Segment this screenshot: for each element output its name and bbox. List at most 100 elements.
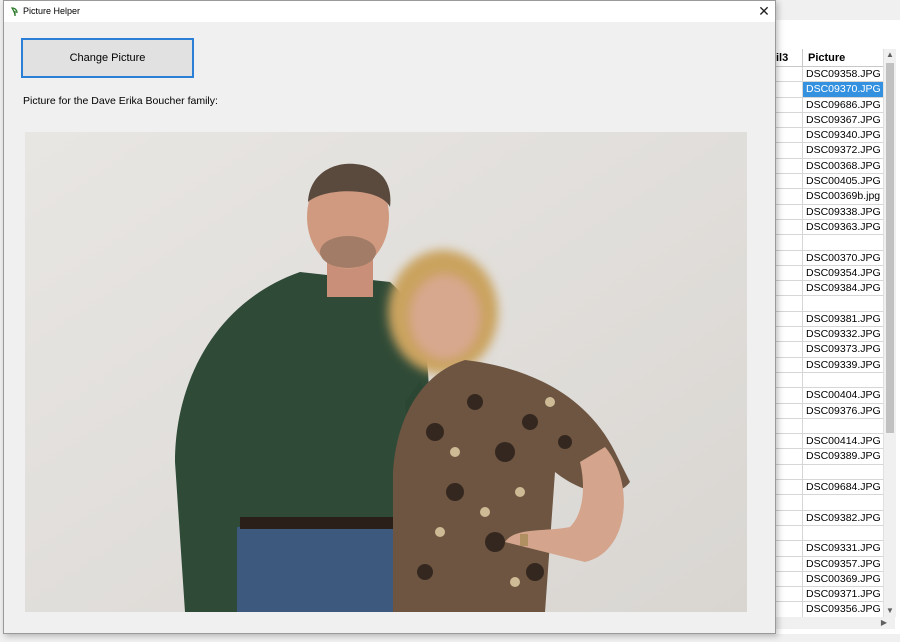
picture-cell[interactable]: DSC09382.JPG (803, 511, 883, 525)
picture-cell[interactable]: DSC09354.JPG (803, 266, 883, 280)
scroll-up-icon[interactable]: ▲ (884, 49, 896, 61)
change-picture-button[interactable]: Change Picture (21, 38, 194, 78)
table-row[interactable]: DSC09384.JPG (775, 281, 883, 297)
picture-cell[interactable]: DSC09367.JPG (803, 113, 883, 127)
table-row[interactable]: DSC09358.JPG (775, 67, 883, 83)
table-row[interactable] (775, 372, 883, 389)
table-cell[interactable] (775, 296, 803, 311)
picture-cell[interactable]: DSC09389.JPG (803, 449, 883, 463)
column-header-partial[interactable]: il3 (775, 49, 803, 67)
picture-cell[interactable] (803, 419, 883, 433)
picture-cell[interactable]: DSC09370.JPG (803, 82, 883, 97)
picture-cell[interactable]: DSC09356.JPG (803, 602, 883, 616)
picture-cell[interactable]: DSC00405.JPG (803, 174, 883, 188)
table-cell[interactable] (775, 403, 803, 418)
table-row[interactable]: DSC09376.JPG (775, 403, 883, 419)
picture-cell[interactable]: DSC09373.JPG (803, 342, 883, 356)
table-row[interactable]: DSC09382.JPG (775, 510, 883, 526)
table-row[interactable]: DSC00368.JPG (775, 158, 883, 175)
table-cell[interactable] (775, 219, 803, 235)
picture-cell[interactable]: DSC09332.JPG (803, 327, 883, 341)
table-row[interactable]: DSC09356.JPG (775, 602, 883, 618)
picture-cell[interactable] (803, 296, 883, 310)
table-row[interactable] (775, 464, 883, 481)
table-cell[interactable] (775, 97, 803, 112)
table-row[interactable]: DSC09367.JPG (775, 112, 883, 129)
table-cell[interactable] (775, 556, 803, 571)
table-cell[interactable] (775, 449, 803, 464)
table-cell[interactable] (775, 464, 803, 480)
table-cell[interactable] (775, 281, 803, 296)
picture-cell[interactable]: DSC00369b.jpg (803, 189, 883, 203)
picture-cell[interactable]: DSC09371.JPG (803, 587, 883, 601)
table-row[interactable]: DSC09331.JPG (775, 541, 883, 557)
table-cell[interactable] (775, 67, 803, 82)
table-cell[interactable] (775, 372, 803, 388)
table-row[interactable]: DSC09373.JPG (775, 342, 883, 358)
picture-cell[interactable] (803, 465, 883, 479)
table-row[interactable]: DSC00404.JPG (775, 388, 883, 404)
table-cell[interactable] (775, 525, 803, 541)
picture-cell[interactable]: DSC09358.JPG (803, 67, 883, 81)
table-cell[interactable] (775, 128, 803, 143)
scroll-right-icon[interactable]: ▶ (878, 617, 890, 629)
table-row[interactable]: DSC09381.JPG (775, 311, 883, 328)
column-header-picture[interactable]: Picture (803, 49, 883, 67)
table-row[interactable]: DSC09338.JPG (775, 204, 883, 220)
table-cell[interactable] (775, 235, 803, 250)
picture-cell[interactable]: DSC09376.JPG (803, 404, 883, 418)
horizontal-scrollbar[interactable]: ▶ (775, 617, 895, 629)
table-row[interactable]: DSC00405.JPG (775, 174, 883, 190)
table-cell[interactable] (775, 189, 803, 204)
table-cell[interactable] (775, 602, 803, 617)
table-row[interactable] (775, 418, 883, 435)
table-cell[interactable] (775, 388, 803, 403)
picture-grid[interactable]: il3 Picture DSC09358.JPG DSC09370.JPG DSC0… (775, 49, 900, 629)
table-cell[interactable] (775, 434, 803, 449)
scroll-down-icon[interactable]: ▼ (884, 605, 896, 617)
table-cell[interactable] (775, 357, 803, 372)
table-row[interactable]: DSC09339.JPG (775, 357, 883, 373)
close-icon[interactable]: ✕ (753, 1, 775, 22)
picture-cell[interactable] (803, 526, 883, 540)
table-cell[interactable] (775, 250, 803, 265)
picture-cell[interactable]: DSC09331.JPG (803, 541, 883, 555)
table-row[interactable]: DSC00369.JPG (775, 571, 883, 588)
table-cell[interactable] (775, 571, 803, 587)
picture-cell[interactable]: DSC09684.JPG (803, 480, 883, 494)
table-cell[interactable] (775, 265, 803, 281)
picture-cell[interactable]: DSC09384.JPG (803, 281, 883, 295)
table-row[interactable]: DSC00369b.jpg (775, 189, 883, 205)
table-cell[interactable] (775, 495, 803, 510)
table-row[interactable] (775, 525, 883, 542)
picture-cell[interactable]: DSC09686.JPG (803, 98, 883, 112)
table-row[interactable]: DSC09354.JPG (775, 265, 883, 282)
table-cell[interactable] (775, 112, 803, 128)
table-cell[interactable] (775, 143, 803, 158)
picture-cell[interactable] (803, 373, 883, 387)
picture-cell[interactable]: DSC09338.JPG (803, 205, 883, 219)
table-cell[interactable] (775, 158, 803, 174)
table-cell[interactable] (775, 418, 803, 434)
table-row[interactable] (775, 235, 883, 251)
picture-cell[interactable]: DSC09363.JPG (803, 220, 883, 234)
table-row[interactable]: DSC09340.JPG (775, 128, 883, 144)
picture-cell[interactable]: DSC09357.JPG (803, 557, 883, 571)
picture-cell[interactable]: DSC00404.JPG (803, 388, 883, 402)
table-row[interactable]: DSC09357.JPG (775, 556, 883, 572)
table-cell[interactable] (775, 327, 803, 342)
table-row[interactable]: DSC09372.JPG (775, 143, 883, 159)
table-row[interactable]: DSC09684.JPG (775, 480, 883, 496)
table-cell[interactable] (775, 342, 803, 357)
vertical-scrollbar[interactable]: ▲ ▼ (883, 49, 896, 617)
table-cell[interactable] (775, 541, 803, 556)
table-cell[interactable] (775, 311, 803, 327)
table-row[interactable] (775, 495, 883, 511)
picture-cell[interactable]: DSC00370.JPG (803, 251, 883, 265)
picture-cell[interactable]: DSC00414.JPG (803, 434, 883, 448)
picture-cell[interactable]: DSC09340.JPG (803, 128, 883, 142)
table-row[interactable]: DSC09370.JPG (775, 82, 883, 98)
table-row[interactable]: DSC00414.JPG (775, 434, 883, 450)
table-row[interactable]: DSC09389.JPG (775, 449, 883, 465)
table-cell[interactable] (775, 82, 803, 97)
